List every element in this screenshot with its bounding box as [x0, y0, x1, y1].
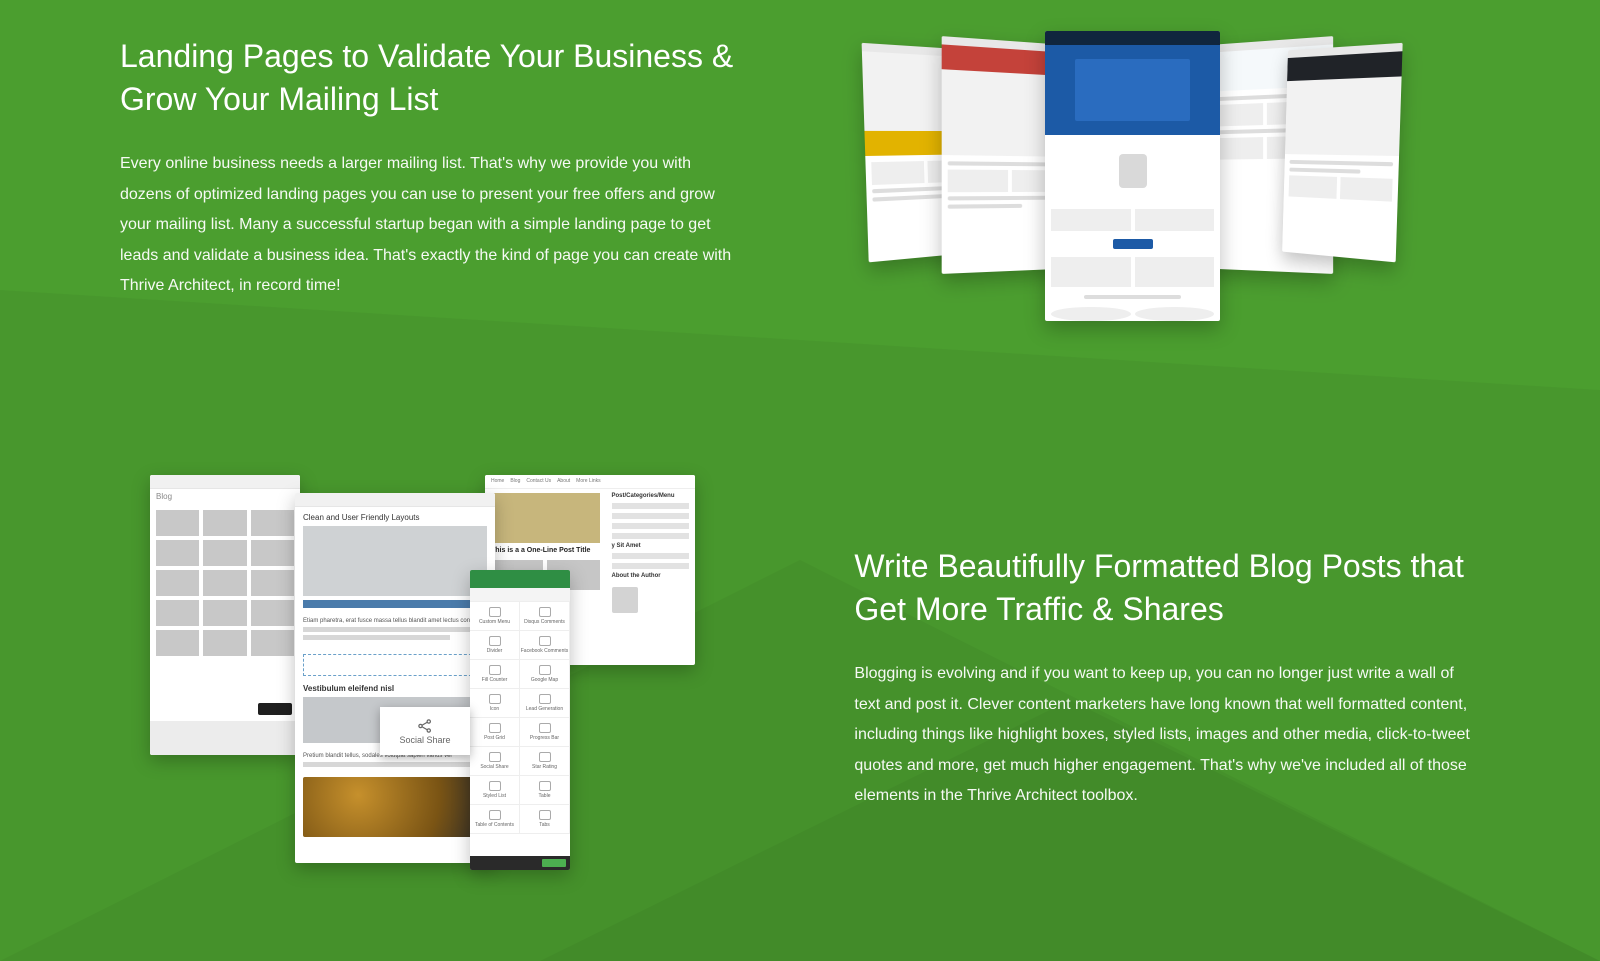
- social-share-overlay: Social Share: [380, 707, 470, 755]
- panel-item: Facebook Comments: [519, 630, 570, 660]
- section-1-body: Every online business needs a larger mai…: [120, 149, 746, 301]
- section-1-heading: Landing Pages to Validate Your Business …: [120, 35, 746, 121]
- section-landing-pages: Landing Pages to Validate Your Business …: [120, 35, 1480, 335]
- share-icon: [416, 717, 434, 735]
- panel-item: Divider: [470, 630, 520, 660]
- nav-link: Home: [491, 478, 504, 485]
- panel-item: Star Rating: [519, 746, 570, 776]
- article-para-1: Etiam pharetra, erat fusce massa tellus …: [303, 618, 487, 624]
- nav-link: About: [557, 478, 570, 485]
- section-2-body: Blogging is evolving and if you want to …: [854, 659, 1480, 811]
- panel-item: Lead Generation: [519, 688, 570, 718]
- panel-item: Tabs: [519, 804, 570, 834]
- section-blog-formatting: Blog Clean and User Friendly Layouts: [120, 475, 1480, 875]
- panel-item: Progress Bar: [519, 717, 570, 747]
- template-preview-5: [1282, 43, 1403, 263]
- template-preview-center: [1045, 31, 1220, 321]
- nav-link: Contact Us: [526, 478, 551, 485]
- section-2-heading: Write Beautifully Formatted Blog Posts t…: [854, 545, 1480, 631]
- panel-save-button: [542, 859, 566, 867]
- nav-link: More Links: [576, 478, 600, 485]
- panel-item: Post Grid: [470, 717, 520, 747]
- panel-item: Fill Counter: [470, 659, 520, 689]
- panel-item: Custom Menu: [470, 601, 520, 631]
- blog-grid-preview: Blog: [150, 475, 300, 755]
- article-subheading: Vestibulum eleifend nisl: [295, 684, 495, 693]
- blog-preview-menu: Home Blog Contact Us About More Links: [485, 475, 695, 489]
- panel-item: Table of Contents: [470, 804, 520, 834]
- panel-item: Icon: [470, 688, 520, 718]
- sidebar-h2: y Sit Amet: [612, 543, 690, 549]
- blog-builder-illustration: Blog Clean and User Friendly Layouts: [120, 475, 800, 875]
- panel-item: Table: [519, 775, 570, 805]
- sidebar-h1: Post/Categories/Menu: [612, 493, 690, 499]
- section-landing-copy: Landing Pages to Validate Your Business …: [120, 35, 746, 301]
- section-blog-copy: Write Beautifully Formatted Blog Posts t…: [854, 475, 1480, 811]
- article-section-label: Clean and User Friendly Layouts: [295, 507, 495, 524]
- blog-grid-title: Blog: [150, 489, 300, 504]
- post-title: This is a a One-Line Post Title: [491, 547, 600, 554]
- social-share-label: Social Share: [399, 735, 450, 745]
- sidebar-h3: About the Author: [612, 573, 690, 579]
- panel-cells: Custom MenuDisqus CommentsDividerFaceboo…: [470, 602, 570, 834]
- panel-item: Disqus Comments: [519, 601, 570, 631]
- panel-item: Google Map: [519, 659, 570, 689]
- panel-item: Styled List: [470, 775, 520, 805]
- panel-item: Social Share: [470, 746, 520, 776]
- article-editor-preview: Clean and User Friendly Layouts Etiam ph…: [295, 493, 495, 863]
- thrive-elements-panel: Custom MenuDisqus CommentsDividerFaceboo…: [470, 570, 570, 870]
- nav-link: Blog: [510, 478, 520, 485]
- landing-pages-illustration: [800, 35, 1480, 335]
